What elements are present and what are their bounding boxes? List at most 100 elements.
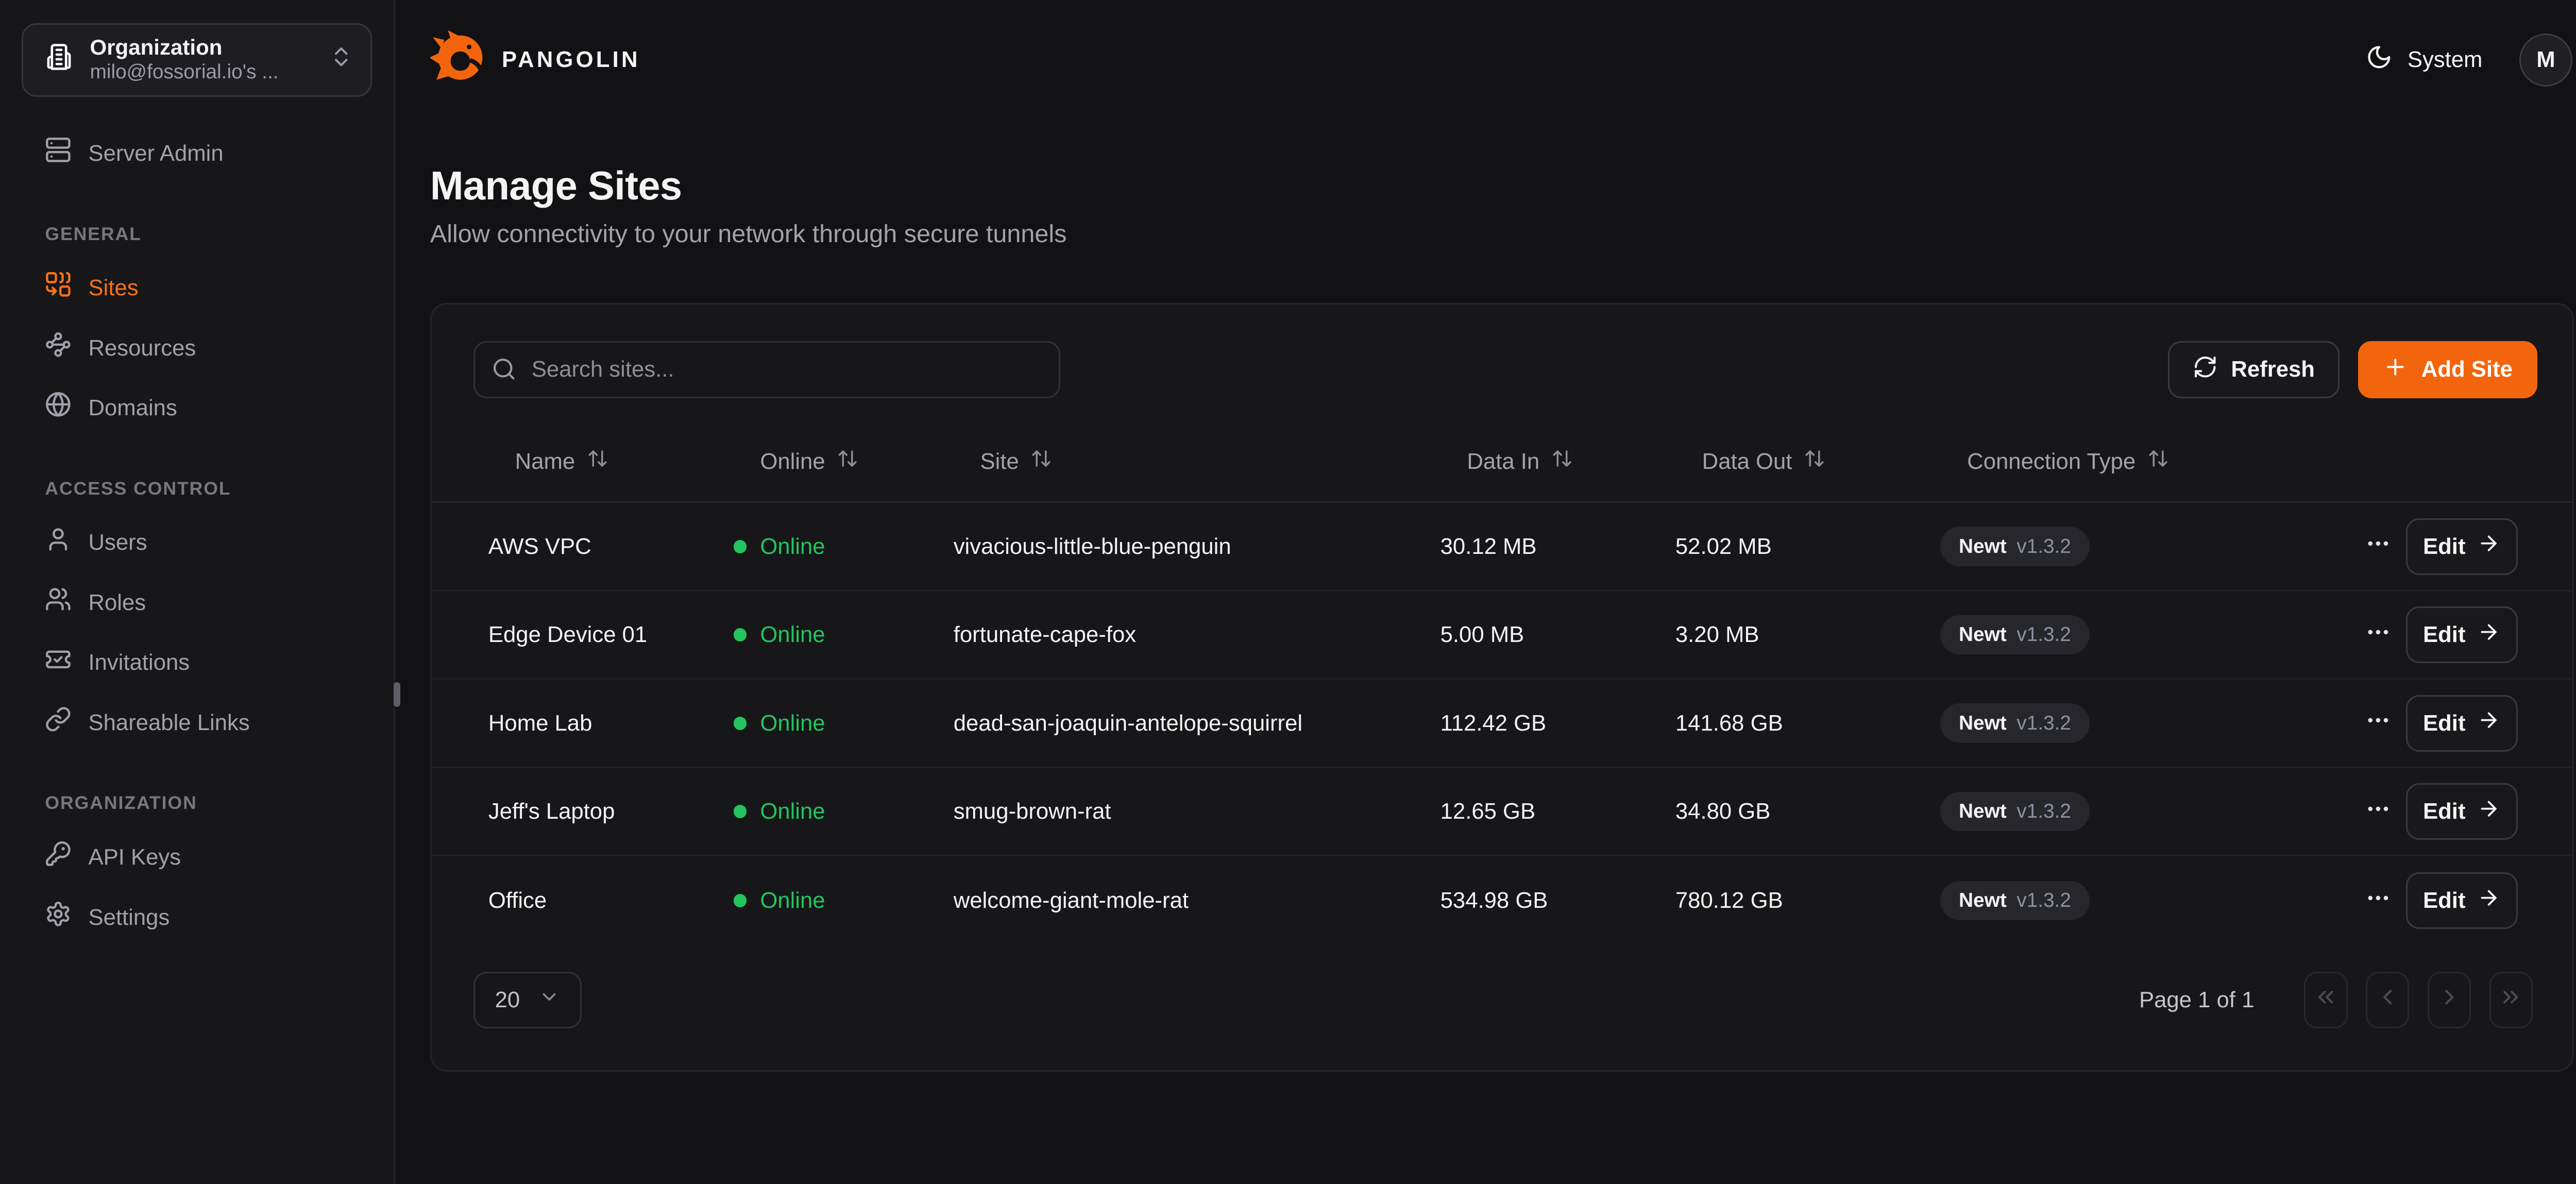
- column-header-data-out[interactable]: Data Out: [1675, 448, 1941, 475]
- table-row: Jeff's LaptopOnlinesmug-brown-rat12.65 G…: [432, 768, 2573, 857]
- sidebar-item-sites[interactable]: Sites: [22, 258, 372, 318]
- prev-page-button[interactable]: [2366, 972, 2409, 1028]
- ellipsis-icon: [2365, 707, 2392, 739]
- data-out-cell: 141.68 GB: [1675, 711, 1941, 736]
- sort-icon: [1804, 448, 1825, 475]
- online-status-cell: Online: [734, 534, 954, 560]
- sort-icon: [2147, 448, 2169, 475]
- sort-icon: [1030, 448, 1052, 475]
- sidebar-item-api-keys[interactable]: API Keys: [22, 827, 372, 887]
- edit-label: Edit: [2423, 711, 2465, 736]
- table-row: Edge Device 01Onlinefortunate-cape-fox5.…: [432, 591, 2573, 680]
- ellipsis-icon: [2365, 530, 2392, 563]
- avatar[interactable]: M: [2519, 33, 2573, 87]
- brand-name: PANGOLIN: [502, 47, 640, 73]
- next-page-button[interactable]: [2428, 972, 2471, 1028]
- connection-type-cell: Newtv1.3.2: [1940, 792, 2350, 831]
- first-page-button[interactable]: [2304, 972, 2347, 1028]
- site-name-cell: Home Lab: [488, 711, 734, 736]
- search-icon: [492, 357, 517, 388]
- table-row: AWS VPCOnlinevivacious-little-blue-pengu…: [432, 503, 2573, 591]
- link-icon: [45, 706, 72, 739]
- table-body: AWS VPCOnlinevivacious-little-blue-pengu…: [432, 503, 2573, 945]
- sidebar-item-label: Domains: [88, 394, 177, 422]
- connection-type-cell: Newtv1.3.2: [1940, 527, 2350, 566]
- sidebar-item-server-admin[interactable]: Server Admin: [22, 123, 372, 183]
- sort-icon: [837, 448, 858, 475]
- table-toolbar: Refresh Add Site: [432, 341, 2573, 398]
- row-menu-button[interactable]: [2358, 878, 2398, 924]
- edit-button[interactable]: Edit: [2406, 606, 2518, 663]
- sidebar-item-label: Invitations: [88, 648, 190, 676]
- sidebar-item-domains[interactable]: Domains: [22, 378, 372, 438]
- sidebar-item-resources[interactable]: Resources: [22, 318, 372, 378]
- site-name-cell: Office: [488, 888, 734, 914]
- status-badge: Online: [760, 711, 825, 736]
- section-label: ORGANIZATION: [22, 792, 372, 814]
- pangolin-logo-icon: [430, 28, 487, 91]
- page-size-select[interactable]: 20: [473, 972, 582, 1028]
- theme-toggle[interactable]: System: [2366, 44, 2482, 76]
- online-status-cell: Online: [734, 711, 954, 736]
- data-in-cell: 534.98 GB: [1440, 888, 1675, 914]
- avatar-initial: M: [2536, 47, 2555, 73]
- sidebar-item-label: Roles: [88, 588, 146, 617]
- arrow-right-icon: [2477, 620, 2500, 649]
- organization-selector[interactable]: Organization milo@fossorial.io's ...: [22, 23, 372, 96]
- site-tunnel-cell: vivacious-little-blue-penguin: [954, 534, 1440, 560]
- online-dot-icon: [734, 717, 747, 730]
- sidebar-resize-handle[interactable]: [394, 682, 400, 707]
- online-dot-icon: [734, 894, 747, 907]
- add-site-label: Add Site: [2421, 357, 2513, 382]
- org-selector-value: milo@fossorial.io's ...: [90, 60, 312, 85]
- row-menu-button[interactable]: [2358, 612, 2398, 658]
- site-tunnel-cell: dead-san-joaquin-antelope-squirrel: [954, 711, 1440, 736]
- column-header-data-in[interactable]: Data In: [1440, 448, 1675, 475]
- column-header-site[interactable]: Site: [954, 448, 1440, 475]
- page-title: Manage Sites: [430, 163, 2574, 209]
- online-status-cell: Online: [734, 799, 954, 824]
- row-menu-button[interactable]: [2358, 789, 2398, 835]
- column-header-online[interactable]: Online: [734, 448, 954, 475]
- key-icon: [45, 840, 72, 874]
- column-header-name[interactable]: Name: [488, 448, 734, 475]
- ellipsis-icon: [2365, 619, 2392, 651]
- sort-icon: [587, 448, 608, 475]
- row-menu-button[interactable]: [2358, 700, 2398, 746]
- sidebar-item-shareable-links[interactable]: Shareable Links: [22, 692, 372, 753]
- edit-label: Edit: [2423, 534, 2465, 560]
- edit-button[interactable]: Edit: [2406, 695, 2518, 752]
- search-input[interactable]: [473, 341, 1060, 398]
- chevron-down-icon: [538, 986, 560, 1013]
- edit-button[interactable]: Edit: [2406, 518, 2518, 575]
- edit-label: Edit: [2423, 888, 2465, 914]
- column-header-connection-type[interactable]: Connection Type: [1940, 448, 2350, 475]
- edit-button[interactable]: Edit: [2406, 783, 2518, 840]
- connection-version: v1.3.2: [2016, 889, 2071, 912]
- refresh-button[interactable]: Refresh: [2168, 341, 2340, 398]
- sidebar-item-invitations[interactable]: Invitations: [22, 633, 372, 693]
- connection-type-cell: Newtv1.3.2: [1940, 881, 2350, 920]
- site-tunnel-cell: fortunate-cape-fox: [954, 622, 1440, 648]
- brand[interactable]: PANGOLIN: [430, 28, 640, 91]
- row-menu-button[interactable]: [2358, 523, 2398, 569]
- org-selector-title: Organization: [90, 35, 312, 60]
- add-site-button[interactable]: Add Site: [2358, 341, 2538, 398]
- data-in-cell: 112.42 GB: [1440, 711, 1675, 736]
- edit-button[interactable]: Edit: [2406, 872, 2518, 929]
- data-out-cell: 3.20 MB: [1675, 622, 1941, 648]
- sidebar-item-settings[interactable]: Settings: [22, 887, 372, 948]
- online-status-cell: Online: [734, 622, 954, 648]
- status-badge: Online: [760, 799, 825, 824]
- last-page-button[interactable]: [2489, 972, 2533, 1028]
- chevrons-up-down-icon: [329, 44, 354, 76]
- page-info: Page 1 of 1: [2139, 987, 2254, 1013]
- connection-type-cell: Newtv1.3.2: [1940, 615, 2350, 654]
- sidebar-item-users[interactable]: Users: [22, 513, 372, 573]
- connection-version: v1.3.2: [2016, 623, 2071, 646]
- sidebar-item-label: API Keys: [88, 843, 181, 871]
- connection-badge: Newtv1.3.2: [1940, 527, 2089, 566]
- waypoints-icon: [45, 331, 72, 365]
- chevron-right-icon: [2437, 985, 2462, 1016]
- sidebar-item-roles[interactable]: Roles: [22, 572, 372, 633]
